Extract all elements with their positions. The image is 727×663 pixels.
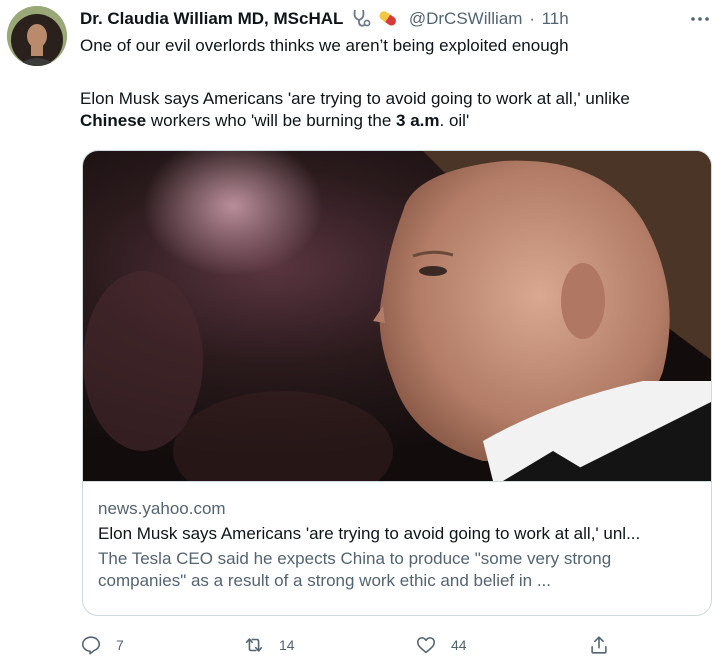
pill-icon [376, 8, 400, 34]
card-body[interactable]: news.yahoo.com Elon Musk says Americans … [98, 498, 703, 592]
like-count: 44 [451, 637, 467, 653]
card-description: The Tesla CEO said he expects China to p… [98, 549, 612, 590]
card-divider [83, 481, 711, 482]
share-button[interactable] [588, 631, 610, 659]
share-icon [591, 636, 607, 654]
avatar[interactable] [7, 6, 67, 66]
reply-button[interactable]: 7 [80, 631, 124, 659]
tweet-text-line: One of our evil overlords thinks we aren… [80, 36, 569, 55]
tweet-text-line: Elon Musk says Americans 'are trying to … [80, 89, 630, 108]
handle[interactable]: @DrCSWilliam [409, 9, 523, 28]
bold-text: Chinese [80, 111, 147, 130]
heart-icon [416, 637, 436, 654]
tweet[interactable]: Dr. Claudia William MD, MScHAL @DrCSWill… [0, 0, 727, 663]
retweet-button[interactable]: 14 [243, 631, 295, 659]
timestamp[interactable]: 11h [542, 9, 569, 28]
link-card[interactable]: news.yahoo.com Elon Musk says Americans … [82, 150, 712, 616]
more-options-icon[interactable] [689, 10, 711, 28]
like-button[interactable]: 44 [415, 631, 467, 659]
display-name[interactable]: Dr. Claudia William MD, MScHAL [80, 9, 343, 28]
reply-count: 7 [116, 637, 124, 653]
reply-icon [81, 636, 101, 655]
tweet-text-line: Chinese workers who 'will be burning the… [80, 110, 710, 132]
retweet-icon [245, 638, 263, 652]
stethoscope-icon [351, 8, 373, 34]
card-image[interactable] [83, 151, 711, 481]
action-bar: 7 14 44 [80, 631, 640, 659]
text-segment: workers who 'will be burning the [146, 111, 397, 130]
tweet-header: Dr. Claudia William MD, MScHAL @DrCSWill… [80, 8, 720, 30]
retweet-count: 14 [279, 637, 295, 653]
text-segment: . oil' [439, 111, 470, 130]
card-domain: news.yahoo.com [98, 499, 226, 518]
card-title: Elon Musk says Americans 'are trying to … [98, 524, 641, 543]
separator-dot: · [529, 9, 535, 28]
bold-text: 3 a.m [396, 111, 440, 130]
